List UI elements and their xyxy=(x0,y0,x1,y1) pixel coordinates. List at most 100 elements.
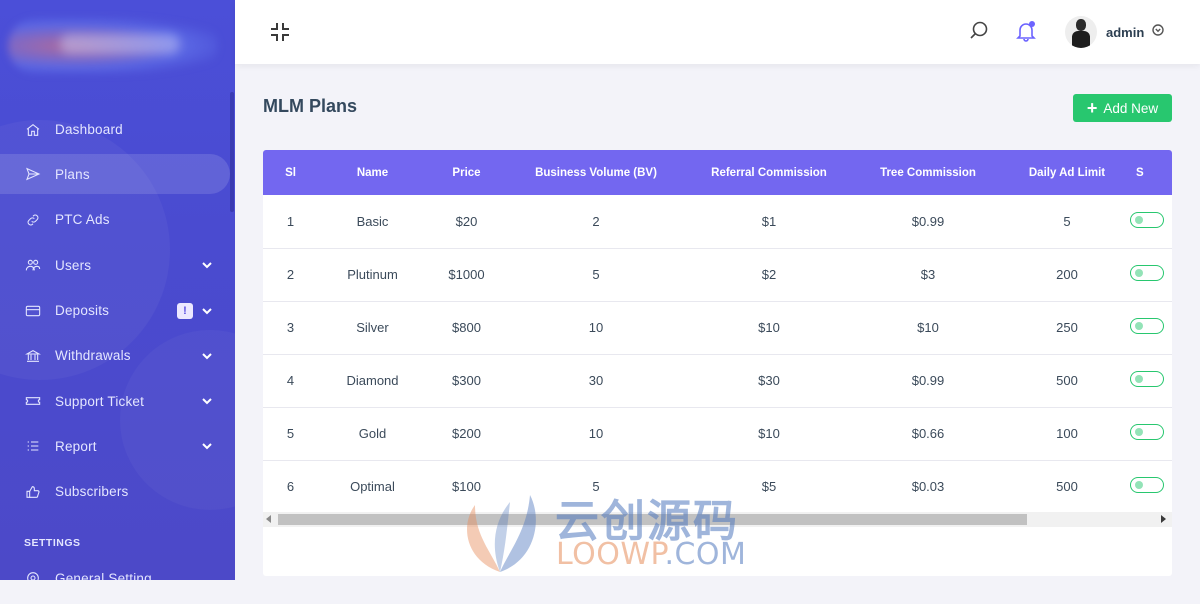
user-name: admin xyxy=(1106,24,1145,40)
column-header: Sl xyxy=(285,166,296,179)
sidebar-item-general-setting[interactable]: General Setting xyxy=(0,560,235,580)
table-row: 3 Silver $800 10 $10 $10 250 xyxy=(263,301,1172,355)
gear-icon xyxy=(24,569,42,580)
status-toggle[interactable] xyxy=(1130,371,1164,387)
table-cell: Gold xyxy=(318,407,427,461)
table-cell: 1 xyxy=(263,195,318,249)
table-cell: $200 xyxy=(427,407,506,461)
table-cell: $20 xyxy=(427,195,506,249)
sidebar-menu: Dashboard Plans PTC Ads Users Deposits !… xyxy=(0,107,235,514)
send-icon xyxy=(24,165,42,183)
credit-card-icon xyxy=(24,302,42,320)
table-cell: $10 xyxy=(686,301,852,355)
sidebar-item-deposits[interactable]: Deposits ! xyxy=(0,288,235,333)
status-cell xyxy=(1130,248,1172,302)
table-row: 6 Optimal $100 5 $5 $0.03 500 xyxy=(263,460,1172,513)
sidebar-item-ptc-ads[interactable]: PTC Ads xyxy=(0,197,235,242)
table-cell: 6 xyxy=(263,460,318,513)
status-toggle[interactable] xyxy=(1130,318,1164,334)
table-header-row: Sl Name Price Business Volume (BV) Refer… xyxy=(263,150,1172,195)
add-new-button[interactable]: + Add New xyxy=(1073,94,1172,122)
table-cell: $10 xyxy=(686,407,852,461)
column-header: Business Volume (BV) xyxy=(535,166,657,179)
ticket-icon xyxy=(24,392,42,410)
sidebar-item-dashboard[interactable]: Dashboard xyxy=(0,107,235,152)
table-cell: $100 xyxy=(427,460,506,513)
link-icon xyxy=(24,211,42,229)
bell-icon[interactable] xyxy=(1015,20,1037,42)
table-row: 1 Basic $20 2 $1 $0.99 5 xyxy=(263,195,1172,249)
list-icon xyxy=(24,437,42,455)
home-icon xyxy=(24,121,42,139)
table-cell: 100 xyxy=(1004,407,1130,461)
status-toggle[interactable] xyxy=(1130,211,1164,228)
scroll-right-icon[interactable] xyxy=(1161,515,1166,523)
table-cell: 500 xyxy=(1004,460,1130,513)
table-cell: $10 xyxy=(852,301,1004,355)
column-header: Name xyxy=(356,166,389,179)
user-menu[interactable]: admin xyxy=(1065,14,1164,50)
chevron-down-icon xyxy=(201,259,213,271)
table-cell: $0.66 xyxy=(852,407,1004,461)
sidebar-item-label: Subscribers xyxy=(55,484,129,500)
plans-table: Sl Name Price Business Volume (BV) Refer… xyxy=(263,150,1172,513)
horizontal-scrollbar[interactable] xyxy=(263,512,1172,527)
table-row: 4 Diamond $300 30 $30 $0.99 500 xyxy=(263,354,1172,408)
sidebar-item-label: General Setting xyxy=(55,570,152,581)
table-cell: 2 xyxy=(506,195,686,249)
avatar xyxy=(1065,16,1097,48)
users-icon xyxy=(24,256,42,274)
table-cell: $5 xyxy=(686,460,852,513)
column-header: Daily Ad Limit xyxy=(1028,166,1106,179)
sidebar-item-label: Deposits xyxy=(55,303,110,319)
chevron-down-icon xyxy=(201,305,213,317)
sidebar-item-subscribers[interactable]: Subscribers xyxy=(0,469,235,514)
sidebar-item-plans[interactable]: Plans xyxy=(0,154,230,195)
add-new-label: Add New xyxy=(1103,100,1159,116)
chevron-down-icon xyxy=(201,350,213,362)
status-toggle[interactable] xyxy=(1130,424,1164,440)
table-cell: 4 xyxy=(263,354,318,408)
table-cell: $800 xyxy=(427,301,506,355)
table-cell: 5 xyxy=(1004,195,1130,249)
status-cell xyxy=(1130,354,1172,408)
table-cell: Diamond xyxy=(318,354,427,408)
sidebar-item-support-ticket[interactable]: Support Ticket xyxy=(0,378,235,423)
column-header: Tree Commission xyxy=(880,166,976,179)
sidebar: Dashboard Plans PTC Ads Users Deposits !… xyxy=(0,0,235,580)
table-cell: 5 xyxy=(506,248,686,302)
sidebar-item-label: Dashboard xyxy=(55,122,123,138)
chevron-down-icon xyxy=(201,440,213,452)
sidebar-item-label: Support Ticket xyxy=(55,393,145,409)
column-header: Price xyxy=(452,166,481,179)
table-cell: $0.99 xyxy=(852,354,1004,408)
scrollbar-thumb[interactable] xyxy=(278,514,1027,525)
table-cell: 2 xyxy=(263,248,318,302)
status-toggle[interactable] xyxy=(1130,265,1164,281)
table-cell: 10 xyxy=(506,407,686,461)
sidebar-item-users[interactable]: Users xyxy=(0,243,235,288)
sidebar-item-label: PTC Ads xyxy=(55,212,110,228)
search-icon[interactable] xyxy=(968,20,990,42)
table-cell: $2 xyxy=(686,248,852,302)
table-cell: $1000 xyxy=(427,248,506,302)
collapse-icon[interactable] xyxy=(269,21,291,43)
scroll-left-icon[interactable] xyxy=(266,515,271,523)
sidebar-item-label: Users xyxy=(55,257,92,273)
sidebar-item-report[interactable]: Report xyxy=(0,424,235,469)
table-cell: 200 xyxy=(1004,248,1130,302)
page-title: MLM Plans xyxy=(263,96,358,116)
table-cell: $0.03 xyxy=(852,460,1004,513)
table-cell: $3 xyxy=(852,248,1004,302)
settings-heading: SETTINGS xyxy=(24,537,81,549)
table-cell: 5 xyxy=(506,460,686,513)
table-cell: 5 xyxy=(263,407,318,461)
column-header: S xyxy=(1136,166,1144,179)
thumbs-up-icon xyxy=(24,483,42,501)
bank-icon xyxy=(24,347,42,365)
sidebar-item-label: Withdrawals xyxy=(55,348,131,364)
status-toggle[interactable] xyxy=(1130,476,1164,493)
sidebar-item-withdrawals[interactable]: Withdrawals xyxy=(0,333,235,378)
table-cell: Plutinum xyxy=(318,248,427,302)
table-cell: $30 xyxy=(686,354,852,408)
